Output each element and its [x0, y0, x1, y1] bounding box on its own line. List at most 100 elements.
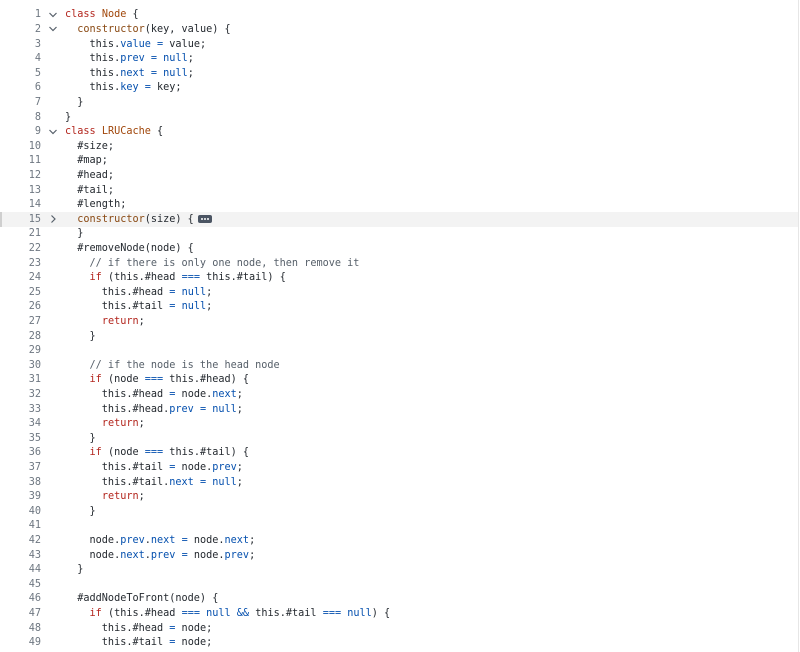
code-line[interactable]: 30 // if the node is the head node — [0, 358, 798, 373]
code-line[interactable]: 13 #tail; — [0, 183, 798, 198]
code-line[interactable]: 46 #addNodeToFront(node) { — [0, 592, 798, 607]
code-line[interactable]: 6 this.key = key; — [0, 81, 798, 96]
code-line[interactable]: 49 this.#tail = node; — [0, 635, 798, 650]
code-line[interactable]: 45 — [0, 577, 798, 592]
code-line[interactable]: 15 constructor(size) { — [0, 212, 798, 227]
code-line[interactable]: 25 this.#head = null; — [0, 285, 798, 300]
code-line[interactable]: 10 #size; — [0, 139, 798, 154]
code-token: } — [65, 505, 96, 517]
code-text: if (node === this.#head) { — [65, 374, 250, 386]
code-token: (this.#head — [101, 272, 182, 284]
code-line[interactable]: 9 class LRUCache { — [0, 124, 798, 139]
line-number: 40 — [28, 505, 41, 517]
folded-code-ellipsis-icon[interactable] — [197, 214, 212, 223]
code-line[interactable]: 47 if (this.#head === null && this.#tail… — [0, 606, 798, 621]
line-number: 2 — [34, 23, 41, 35]
code-line[interactable]: 21 } — [0, 227, 798, 242]
line-number: 25 — [28, 286, 41, 298]
code-text: this.key = key; — [65, 82, 182, 93]
code-token: this. — [65, 67, 121, 79]
line-number: 43 — [28, 549, 41, 561]
code-line[interactable]: 43 node.next.prev = node.prev; — [0, 548, 798, 563]
code-line[interactable]: 24 if (this.#head === this.#tail) { — [0, 270, 798, 285]
code-text: this.#head = null; — [65, 287, 212, 298]
line-number: 47 — [28, 607, 41, 619]
code-line[interactable]: 22 #removeNode(node) { — [0, 241, 798, 256]
code-line[interactable]: 14 #length; — [0, 197, 798, 212]
code-token: node. — [65, 549, 121, 561]
code-token: return — [101, 418, 139, 430]
code-text: #head; — [65, 170, 114, 181]
code-text: // if there is only one node, then remov… — [65, 258, 360, 269]
chevron-down-icon[interactable] — [41, 10, 65, 20]
line-number: 13 — [28, 184, 41, 196]
code-token: (node — [101, 374, 145, 386]
code-line[interactable]: 37 this.#tail = node.prev; — [0, 460, 798, 475]
code-text: #addNodeToFront(node) { — [65, 593, 218, 604]
code-line[interactable]: 32 this.#head = node.next; — [0, 387, 798, 402]
code-token: ; — [206, 286, 213, 298]
code-line[interactable]: 12 #head; — [0, 168, 798, 183]
code-line[interactable]: 26 this.#tail = null; — [0, 300, 798, 315]
line-number: 45 — [28, 578, 41, 590]
chevron-down-icon[interactable] — [41, 24, 65, 34]
code-editor[interactable]: 1 class​ Node {2 constructor(key, value) … — [0, 0, 799, 652]
code-token: #tail; — [65, 184, 115, 196]
code-token: this.#tail. — [65, 476, 170, 488]
code-token: this. — [65, 38, 121, 50]
code-token: null — [212, 403, 237, 415]
code-line[interactable]: 44 } — [0, 562, 798, 577]
code-line[interactable]: 41 — [0, 519, 798, 534]
code-line[interactable]: 39 return; — [0, 489, 798, 504]
code-token: } — [65, 564, 84, 576]
code-line[interactable]: 36 if (node === this.#tail) { — [0, 446, 798, 461]
code-line[interactable]: 5 this.next = null; — [0, 66, 798, 81]
code-line[interactable]: 40 } — [0, 504, 798, 519]
code-token: #removeNode(node) { — [65, 242, 194, 254]
code-line[interactable]: 23 // if there is only one node, then re… — [0, 256, 798, 271]
code-line[interactable]: 33 this.#head.prev = null; — [0, 402, 798, 417]
code-token: } — [65, 432, 96, 444]
code-text: this.next = null; — [65, 68, 194, 79]
code-line[interactable]: 31 if (node === this.#head) { — [0, 373, 798, 388]
code-token: #head; — [65, 169, 115, 181]
code-token: null — [163, 67, 188, 79]
code-text: this.#tail = node.prev; — [65, 462, 243, 473]
code-text: this.#head = node; — [65, 623, 212, 634]
code-line[interactable]: 29 — [0, 343, 798, 358]
code-line[interactable]: 7 } — [0, 95, 798, 110]
code-line[interactable]: 27 return; — [0, 314, 798, 329]
code-token: ; — [138, 418, 145, 430]
code-token: constructor — [77, 23, 145, 35]
code-text: } — [65, 97, 83, 108]
code-line[interactable]: 42 node.prev.next = node.next; — [0, 533, 798, 548]
code-line[interactable]: 48 this.#head = node; — [0, 621, 798, 636]
code-token: ; — [236, 403, 243, 415]
code-line[interactable]: 34 return; — [0, 416, 798, 431]
code-token: this.#head — [65, 622, 170, 634]
code-token: next — [120, 67, 145, 79]
code-token: #addNodeToFront(node) { — [65, 593, 219, 605]
code-text: #tail; — [65, 185, 114, 196]
code-line[interactable]: 28 } — [0, 329, 798, 344]
code-line[interactable]: 35 } — [0, 431, 798, 446]
chevron-right-icon[interactable] — [41, 214, 65, 224]
code-line[interactable]: 4 this.prev = null; — [0, 51, 798, 66]
code-line[interactable]: 2 constructor(key, value) { — [0, 22, 798, 37]
code-token: class — [65, 126, 96, 138]
code-line[interactable]: 11 #map; — [0, 154, 798, 169]
code-token: (key, value) { — [144, 23, 231, 35]
chevron-down-icon[interactable] — [41, 127, 65, 137]
code-text: #length; — [65, 199, 126, 210]
code-line[interactable]: 3 this.value = value; — [0, 37, 798, 52]
line-number: 22 — [28, 242, 41, 254]
code-token: (node — [101, 447, 145, 459]
code-line[interactable]: 38 this.#tail.next = null; — [0, 475, 798, 490]
code-line[interactable]: 1 class​ Node { — [0, 8, 798, 23]
line-number: 26 — [28, 301, 41, 313]
code-line[interactable]: 8} — [0, 110, 798, 125]
line-number: 32 — [28, 388, 41, 400]
code-text: this.#head = node.next; — [65, 389, 243, 400]
code-token: if — [89, 374, 102, 386]
